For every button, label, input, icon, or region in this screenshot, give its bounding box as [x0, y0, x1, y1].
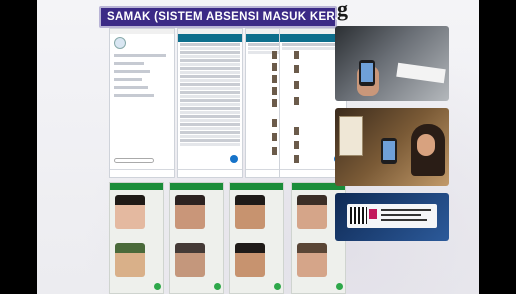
app-screenshots	[109, 28, 347, 178]
phone-icon	[381, 138, 397, 164]
action-button[interactable]	[154, 283, 161, 290]
add-fab-button[interactable]	[230, 155, 238, 163]
app-toolbar	[178, 34, 242, 42]
slide-title-banner: SAMAK (SISTEM ABSENSI MASUK KERJA	[99, 6, 350, 28]
menu-item[interactable]	[114, 86, 148, 89]
slide-title: SAMAK (SISTEM ABSENSI MASUK KERJA	[107, 11, 351, 23]
presentation-slide: SAMAK (SISTEM ABSENSI MASUK KERJA g	[37, 0, 479, 294]
nav-bar	[178, 169, 242, 177]
employee-photo	[175, 243, 205, 277]
attendance-cards	[109, 182, 347, 294]
menu-item[interactable]	[114, 94, 154, 97]
attendance-card	[109, 182, 164, 294]
menu-item[interactable]	[114, 62, 144, 65]
menu-item[interactable]	[114, 54, 166, 57]
action-button[interactable]	[336, 283, 343, 290]
employee-photo	[297, 195, 327, 229]
search-input[interactable]	[114, 158, 154, 163]
action-button[interactable]	[214, 283, 221, 290]
employee-photo	[175, 195, 205, 229]
face	[417, 134, 435, 156]
employee-photo	[115, 243, 145, 277]
menu-item[interactable]	[114, 70, 150, 73]
app-logo-icon	[114, 37, 126, 49]
employee-photo	[115, 195, 145, 229]
slide-title-overflow: g	[337, 0, 348, 21]
employee-photo	[235, 243, 265, 277]
attendance-card	[229, 182, 284, 294]
app-screen-menu	[109, 28, 175, 178]
phone-icon	[359, 60, 375, 86]
qr-sticker	[347, 204, 437, 228]
qr-code-icon	[350, 207, 367, 224]
nav-bar	[110, 169, 174, 177]
photo-scanning-sticker	[335, 26, 449, 101]
paper	[396, 62, 446, 84]
employee-photo-small	[369, 209, 377, 219]
photo-woman-with-phone	[335, 108, 449, 186]
menu-item[interactable]	[114, 78, 142, 81]
rack	[339, 116, 363, 156]
app-screen-table	[177, 28, 243, 178]
photo-qr-sticker	[335, 193, 449, 241]
employee-photo	[235, 195, 265, 229]
employee-photo	[297, 243, 327, 277]
attendance-card	[169, 182, 224, 294]
action-button[interactable]	[274, 283, 281, 290]
